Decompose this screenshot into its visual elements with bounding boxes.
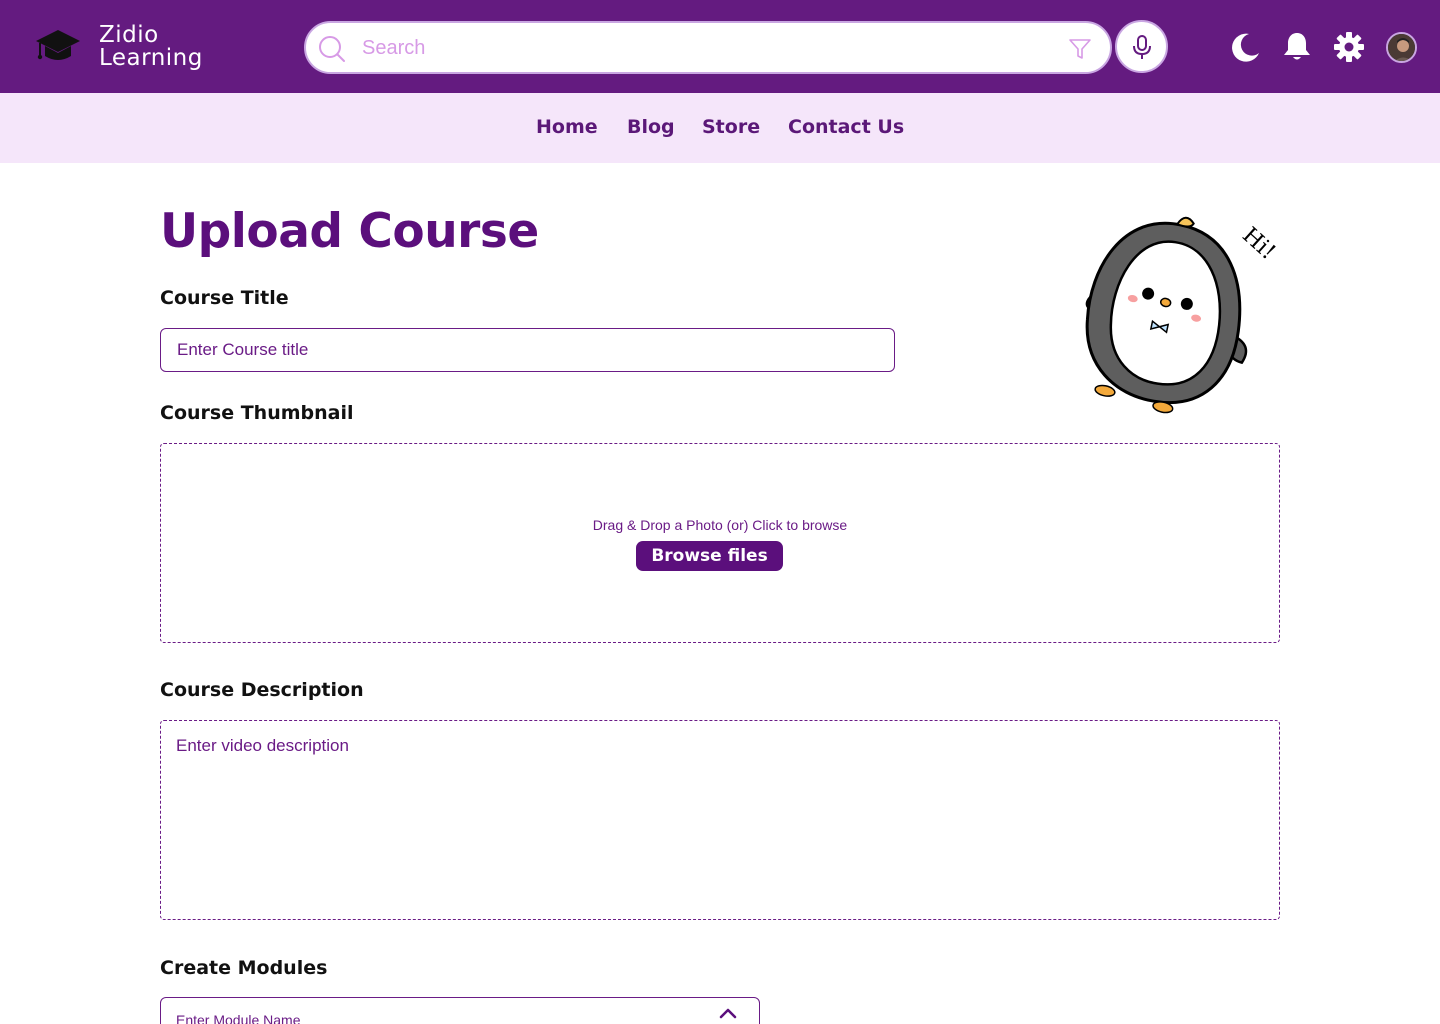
voice-search-button[interactable] (1115, 20, 1168, 73)
search-icon[interactable] (318, 35, 346, 63)
search-bar (304, 21, 1112, 74)
nav-contact-us[interactable]: Contact Us (788, 116, 904, 138)
logo-line-2: Learning (99, 45, 203, 71)
page-title: Upload Course (160, 204, 539, 259)
graduation-cap-icon (36, 30, 80, 60)
nav-blog[interactable]: Blog (627, 116, 675, 138)
bell-icon[interactable] (1281, 31, 1313, 63)
app-logo-text[interactable]: Zidio Learning (99, 24, 203, 70)
logo-line-1: Zidio (99, 22, 159, 48)
user-avatar[interactable] (1386, 32, 1417, 63)
main-nav: Home Blog Store Contact Us (0, 93, 1440, 163)
course-thumbnail-label: Course Thumbnail (160, 402, 354, 424)
dropzone-hint: Drag & Drop a Photo (or) Click to browse (592, 517, 848, 533)
module-name-input[interactable] (176, 1010, 676, 1024)
course-description-input[interactable] (160, 720, 1280, 920)
moon-icon[interactable] (1229, 31, 1261, 63)
create-modules-label: Create Modules (160, 957, 328, 979)
penguin-mascot-illustration: Hi! (1085, 216, 1277, 414)
nav-home[interactable]: Home (536, 116, 598, 138)
top-bar: Zidio Learning (0, 0, 1440, 93)
search-input[interactable] (362, 31, 1042, 65)
course-title-label: Course Title (160, 287, 289, 309)
browse-files-button[interactable]: Browse files (636, 541, 783, 571)
filter-icon[interactable] (1068, 37, 1092, 61)
nav-store[interactable]: Store (702, 116, 760, 138)
chevron-up-icon[interactable] (719, 1007, 737, 1019)
gear-icon[interactable] (1333, 31, 1365, 63)
microphone-icon (1133, 35, 1151, 59)
course-title-input[interactable] (160, 328, 895, 372)
avatar-photo-icon (1388, 34, 1415, 61)
thumbnail-dropzone[interactable]: Drag & Drop a Photo (or) Click to browse… (160, 443, 1280, 643)
module-name-field (160, 997, 760, 1024)
course-description-label: Course Description (160, 679, 364, 701)
mascot-greeting: Hi! (1237, 223, 1277, 265)
